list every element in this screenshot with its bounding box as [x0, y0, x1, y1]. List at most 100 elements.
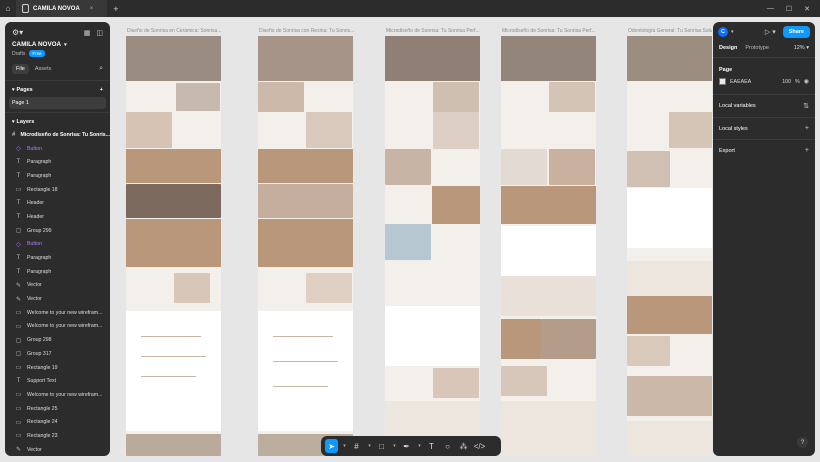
add-style-icon[interactable]: +: [805, 125, 809, 132]
text-tool-icon[interactable]: T: [425, 439, 438, 453]
layer-type-icon: ▢: [15, 337, 22, 344]
move-tool-icon[interactable]: ➤: [325, 439, 338, 453]
variables-icon[interactable]: ⇅: [803, 102, 809, 110]
color-swatch[interactable]: [719, 78, 726, 85]
frame-label[interactable]: Microdiseño de Sonrisa: Tu Sonrisa Perf.…: [502, 28, 598, 34]
layer-item[interactable]: ▭ Rectangle 19: [5, 361, 110, 375]
close-tab-icon[interactable]: ×: [90, 6, 94, 12]
layer-item[interactable]: T Paragraph: [5, 265, 110, 279]
layer-item[interactable]: ▭ Rectangle 24: [5, 415, 110, 429]
tab-file[interactable]: File: [12, 64, 29, 74]
frame-label[interactable]: Diseño de Sonrisa en Cerámica: Sonrisa..…: [127, 28, 223, 34]
search-icon[interactable]: ⌕: [99, 65, 103, 73]
eye-icon[interactable]: ◉: [804, 78, 809, 85]
new-tab-icon[interactable]: +: [113, 4, 118, 14]
chevron-down-icon[interactable]: ▾: [366, 439, 372, 453]
layer-name: Rectangle 24: [27, 419, 58, 426]
layer-list: # Microdiseño de Sonrisa: Tu Sonris... ◇ Bu…: [5, 128, 110, 456]
bg-hex-input[interactable]: EAEAEA: [730, 79, 751, 85]
page-background-row[interactable]: EAEAEA 100 % ◉: [713, 75, 815, 88]
avatar[interactable]: C: [718, 27, 728, 37]
minimize-icon[interactable]: —: [767, 5, 774, 13]
layer-type-icon: T: [16, 268, 21, 275]
layer-name: Header: [27, 213, 45, 220]
layer-item[interactable]: ◇ Button: [5, 238, 110, 252]
frame-label[interactable]: Diseño de Sonrisa con Resina: Tu Sonris.…: [259, 28, 355, 34]
layer-item[interactable]: ▭ Welcome to your new wirefram...: [5, 306, 110, 320]
chevron-down-icon[interactable]: ▾: [391, 439, 397, 453]
layer-type-icon: T: [16, 213, 21, 220]
chevron-down-icon[interactable]: ▾: [416, 439, 422, 453]
layer-item[interactable]: ▢ Group 317: [5, 347, 110, 361]
layer-type-icon: T: [16, 255, 21, 262]
local-styles-label: Local styles: [719, 125, 748, 132]
layer-name: Microdiseño de Sonrisa: Tu Sonris...: [20, 131, 110, 138]
layer-item[interactable]: ✎ Vector: [5, 292, 110, 306]
export-row[interactable]: Export +: [713, 139, 815, 161]
rectangle-tool-icon[interactable]: □: [375, 439, 388, 453]
chevron-down-icon[interactable]: ▾: [341, 439, 347, 453]
close-window-icon[interactable]: ✕: [804, 5, 810, 13]
layer-item[interactable]: ▭ Rectangle 18: [5, 183, 110, 197]
frame-label[interactable]: Odontología General: Tu Sonrisa Salu...: [628, 28, 712, 34]
page-item[interactable]: Page 1: [9, 97, 106, 109]
layer-item[interactable]: ✎ Vector: [5, 443, 110, 456]
layer-item[interactable]: ◇ Button: [5, 142, 110, 156]
comment-tool-icon[interactable]: ○: [441, 439, 454, 453]
bottom-toolbar: ➤ ▾ # ▾ □ ▾ ✒ ▾ T ○ ⁂ </>: [321, 436, 501, 456]
layer-item[interactable]: T Support Text: [5, 374, 110, 388]
layer-name: Rectangle 19: [27, 364, 58, 371]
local-variables-row[interactable]: Local variables ⇅: [713, 94, 815, 117]
layer-item[interactable]: T Paragraph: [5, 169, 110, 183]
layer-item[interactable]: ▭ Welcome to your new wirefram...: [5, 320, 110, 334]
layer-item[interactable]: T Header: [5, 210, 110, 224]
bg-opacity-input[interactable]: 100: [782, 79, 791, 85]
home-icon[interactable]: ⌂: [0, 0, 16, 17]
layer-type-icon: ◇: [16, 241, 21, 248]
frame-tool-icon[interactable]: #: [350, 439, 363, 453]
add-export-icon[interactable]: +: [805, 147, 809, 154]
layer-type-icon: ◇: [16, 146, 21, 153]
main-menu-icon[interactable]: ⚙▾: [12, 28, 23, 37]
sidebar-toggle-icon[interactable]: ◫: [96, 29, 103, 37]
frame-label[interactable]: Microdiseño de Sonrisa: Tu Sonrisa Perf.…: [386, 28, 482, 34]
tab-prototype[interactable]: Prototype: [745, 45, 769, 51]
layer-item[interactable]: ▢ Group 299: [5, 224, 110, 238]
file-tab[interactable]: CAMILA NOVOA ×: [16, 0, 108, 17]
frame-ceramica[interactable]: [126, 36, 221, 456]
frame-resina[interactable]: [258, 36, 353, 456]
layout-icon[interactable]: ▦: [84, 29, 91, 37]
dev-mode-icon[interactable]: </>: [473, 439, 486, 453]
tab-assets[interactable]: Assets: [35, 66, 52, 72]
layer-type-icon: ✎: [15, 296, 22, 303]
layer-item[interactable]: ▢ Group 298: [5, 333, 110, 347]
layer-item[interactable]: # Microdiseño de Sonrisa: Tu Sonris...: [5, 128, 110, 142]
layer-item[interactable]: ▭ Rectangle 23: [5, 429, 110, 443]
layer-item[interactable]: ▭ Rectangle 25: [5, 402, 110, 416]
layer-type-icon: ▭: [15, 433, 22, 440]
local-styles-row[interactable]: Local styles +: [713, 117, 815, 139]
layer-item[interactable]: ▭ Welcome to your new wirefram...: [5, 388, 110, 402]
zoom-level[interactable]: 12% ▾: [794, 45, 809, 51]
layer-item[interactable]: ✎ Vector: [5, 279, 110, 293]
frame-microdiseno-2[interactable]: [501, 36, 596, 456]
drafts-label[interactable]: Drafts: [12, 51, 25, 57]
chevron-down-icon[interactable]: ▾: [731, 29, 734, 35]
pages-section-title[interactable]: ▾ Pages: [12, 87, 33, 93]
layers-section-title[interactable]: ▾ Layers: [12, 119, 34, 125]
add-page-icon[interactable]: +: [100, 87, 103, 93]
export-label: Export: [719, 147, 735, 154]
share-button[interactable]: Share: [782, 26, 810, 38]
tab-design[interactable]: Design: [719, 45, 737, 51]
help-button[interactable]: ?: [797, 437, 808, 448]
layer-item[interactable]: T Header: [5, 196, 110, 210]
pen-tool-icon[interactable]: ✒: [400, 439, 413, 453]
frame-odontologia[interactable]: [627, 36, 712, 456]
frame-microdiseno-1[interactable]: [385, 36, 480, 456]
present-icon[interactable]: ▷ ▾: [765, 28, 776, 36]
maximize-icon[interactable]: ☐: [786, 5, 792, 13]
layer-item[interactable]: T Paragraph: [5, 155, 110, 169]
layer-item[interactable]: T Paragraph: [5, 251, 110, 265]
actions-tool-icon[interactable]: ⁂: [457, 439, 470, 453]
project-name[interactable]: CAMILA NOVOA ▾: [5, 38, 110, 48]
